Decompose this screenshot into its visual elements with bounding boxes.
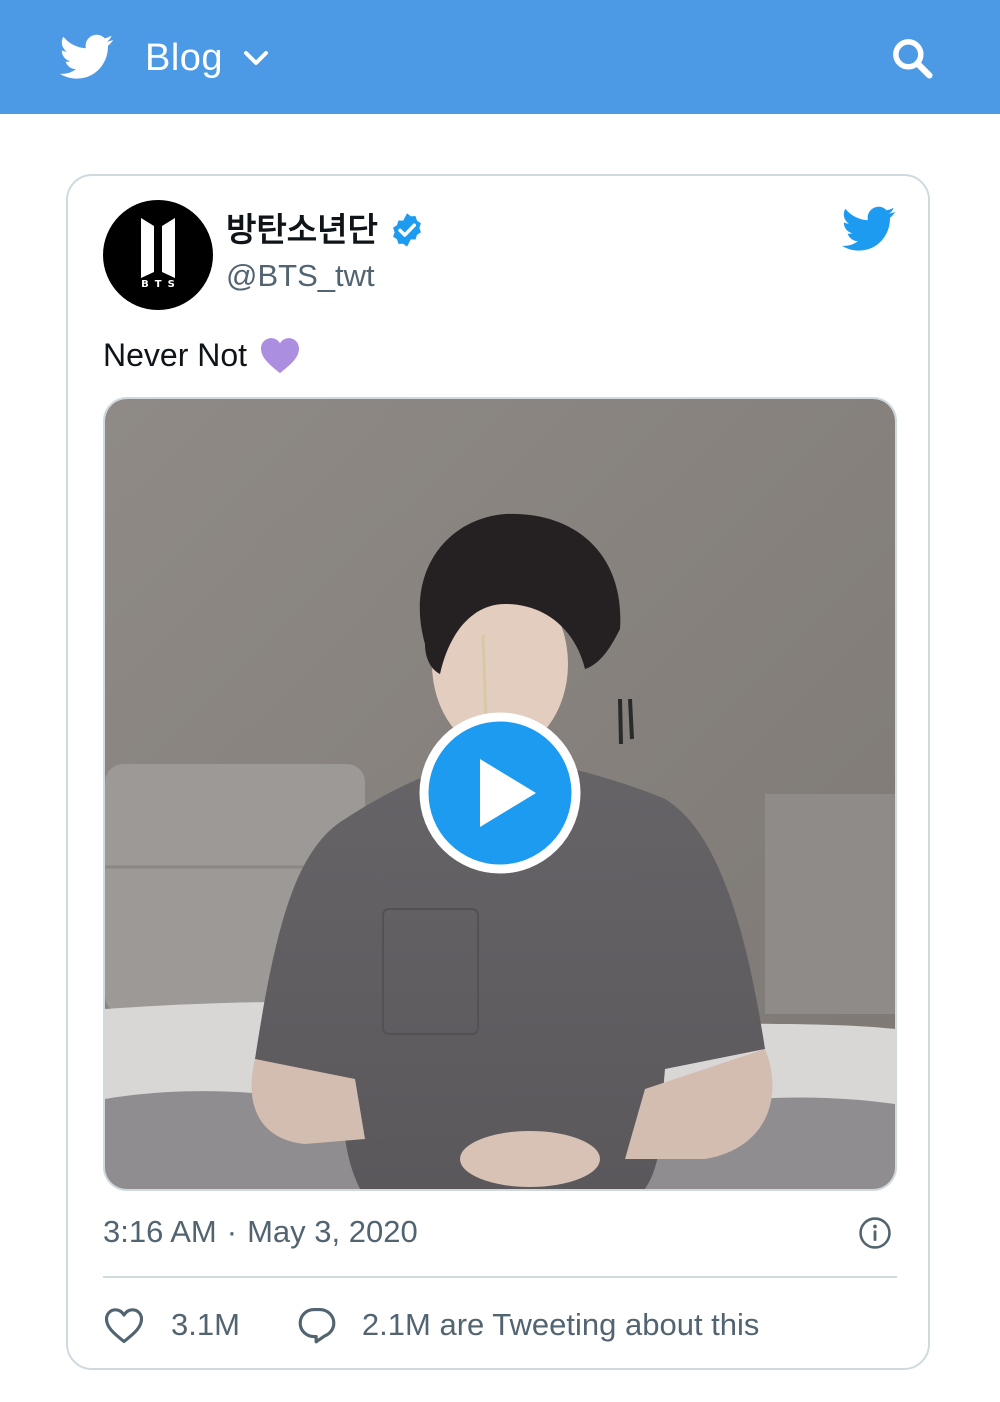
tweet-time: 3:16 AM: [103, 1214, 217, 1249]
tweet-actions: 3.1M 2.1M are Tweeting about this: [103, 1301, 759, 1349]
blog-menu-button[interactable]: Blog: [145, 34, 271, 82]
video-player[interactable]: [103, 397, 897, 1191]
author-name-row[interactable]: 방탄소년단: [226, 210, 426, 250]
play-icon[interactable]: [418, 711, 582, 875]
author-handle[interactable]: @BTS_twt: [226, 256, 375, 296]
speech-bubble-icon: [298, 1308, 336, 1344]
tweet-text: Never Not: [103, 332, 301, 378]
heart-outline-icon: [104, 1308, 144, 1344]
tweet-card[interactable]: BTS 방탄소년단 @BTS_twt Never Not 3:16 AM · M…: [66, 174, 930, 1370]
like-count: 3.1M: [171, 1307, 240, 1342]
bts-logo-icon: [141, 218, 175, 278]
blog-menu-label: Blog: [145, 37, 224, 79]
meta-separator: ·: [226, 1214, 238, 1249]
reply-text: 2.1M are Tweeting about this: [361, 1307, 760, 1342]
display-name: 방탄소년단: [226, 210, 378, 249]
tweet-text-content: Never Not: [103, 337, 248, 373]
verified-badge-icon: [392, 213, 421, 247]
like-button[interactable]: 3.1M: [103, 1301, 240, 1349]
tweet-date: May 3, 2020: [247, 1214, 418, 1249]
avatar[interactable]: BTS: [103, 200, 213, 310]
info-icon[interactable]: [858, 1216, 892, 1250]
avatar-text: BTS: [141, 279, 181, 290]
reply-button[interactable]: 2.1M are Tweeting about this: [296, 1301, 760, 1349]
divider: [103, 1276, 897, 1278]
twitter-bird-icon[interactable]: [60, 34, 114, 80]
top-bar: Blog: [0, 0, 1000, 114]
tweet-timestamp[interactable]: 3:16 AM · May 3, 2020: [103, 1208, 418, 1256]
purple-heart-emoji: [261, 338, 300, 374]
search-icon[interactable]: [889, 36, 935, 80]
chevron-down-icon: [244, 51, 269, 65]
twitter-bird-icon[interactable]: [842, 206, 896, 252]
